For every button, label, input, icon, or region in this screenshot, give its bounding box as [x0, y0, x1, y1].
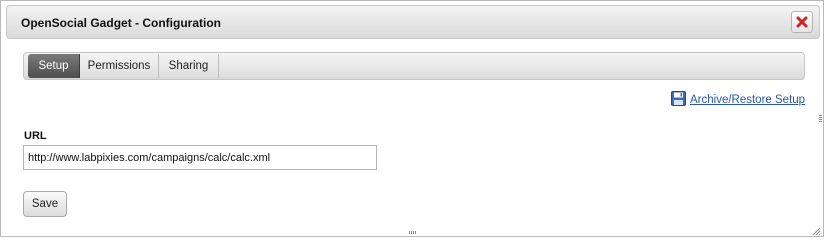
tab-setup[interactable]: Setup [28, 54, 80, 78]
archive-restore-link[interactable]: Archive/Restore Setup [671, 91, 806, 109]
resize-handle-bottom[interactable] [409, 231, 417, 234]
close-button[interactable] [791, 11, 813, 33]
floppy-disk-icon [671, 91, 686, 109]
close-icon [796, 16, 808, 28]
tab-bar: Setup Permissions Sharing [23, 52, 805, 80]
dialog-titlebar: OpenSocial Gadget - Configuration [6, 5, 820, 39]
tab-permissions[interactable]: Permissions [80, 54, 159, 78]
resize-handle-right[interactable] [819, 115, 822, 123]
url-label: URL [24, 130, 47, 142]
dialog-title: OpenSocial Gadget - Configuration [21, 16, 222, 30]
tab-sharing[interactable]: Sharing [159, 54, 219, 78]
configuration-dialog: OpenSocial Gadget - Configuration Setup … [0, 0, 824, 237]
url-input[interactable] [23, 145, 377, 170]
resize-grip-corner[interactable] [812, 225, 821, 236]
archive-restore-label: Archive/Restore Setup [690, 94, 806, 106]
save-button[interactable]: Save [23, 191, 67, 217]
